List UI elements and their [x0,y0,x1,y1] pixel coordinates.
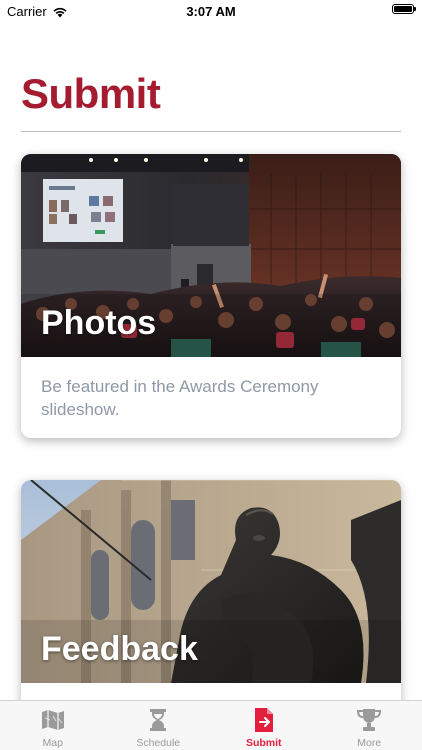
feedback-card-image: Feedback [21,480,401,683]
page-title: Submit [21,70,161,117]
trophy-icon [357,709,382,731]
tab-more[interactable]: More [317,701,422,750]
photos-card-description: Be featured in the Awards Ceremony slide… [41,377,319,419]
feedback-card-heading: Feedback [41,630,198,668]
tab-schedule[interactable]: Schedule [106,701,212,750]
status-bar: Carrier 3:07 AM [0,0,422,22]
submit-icon [254,708,273,732]
tab-map[interactable]: Map [0,701,106,750]
map-icon [41,710,64,730]
tab-bar: Map Schedule Submit More [0,700,422,750]
battery-icon [392,4,416,14]
tab-more-label: More [357,737,382,749]
status-right [392,4,416,14]
photos-card-heading: Photos [41,304,157,342]
tab-submit[interactable]: Submit [211,701,317,750]
photos-card[interactable]: Photos Be featured in the Awards Ceremon… [21,154,401,438]
title-divider [21,131,401,132]
tab-schedule-label: Schedule [136,737,181,749]
feedback-card-description [21,683,401,701]
submit-screen: Carrier 3:07 AM Submit Photos Be feature… [0,0,422,750]
feedback-card[interactable]: Feedback [21,480,401,720]
photos-card-image: Photos [21,154,401,357]
tab-map-label: Map [42,737,63,749]
status-time: 3:07 AM [186,4,236,19]
tab-submit-label: Submit [245,737,282,749]
hourglass-icon [150,709,167,731]
